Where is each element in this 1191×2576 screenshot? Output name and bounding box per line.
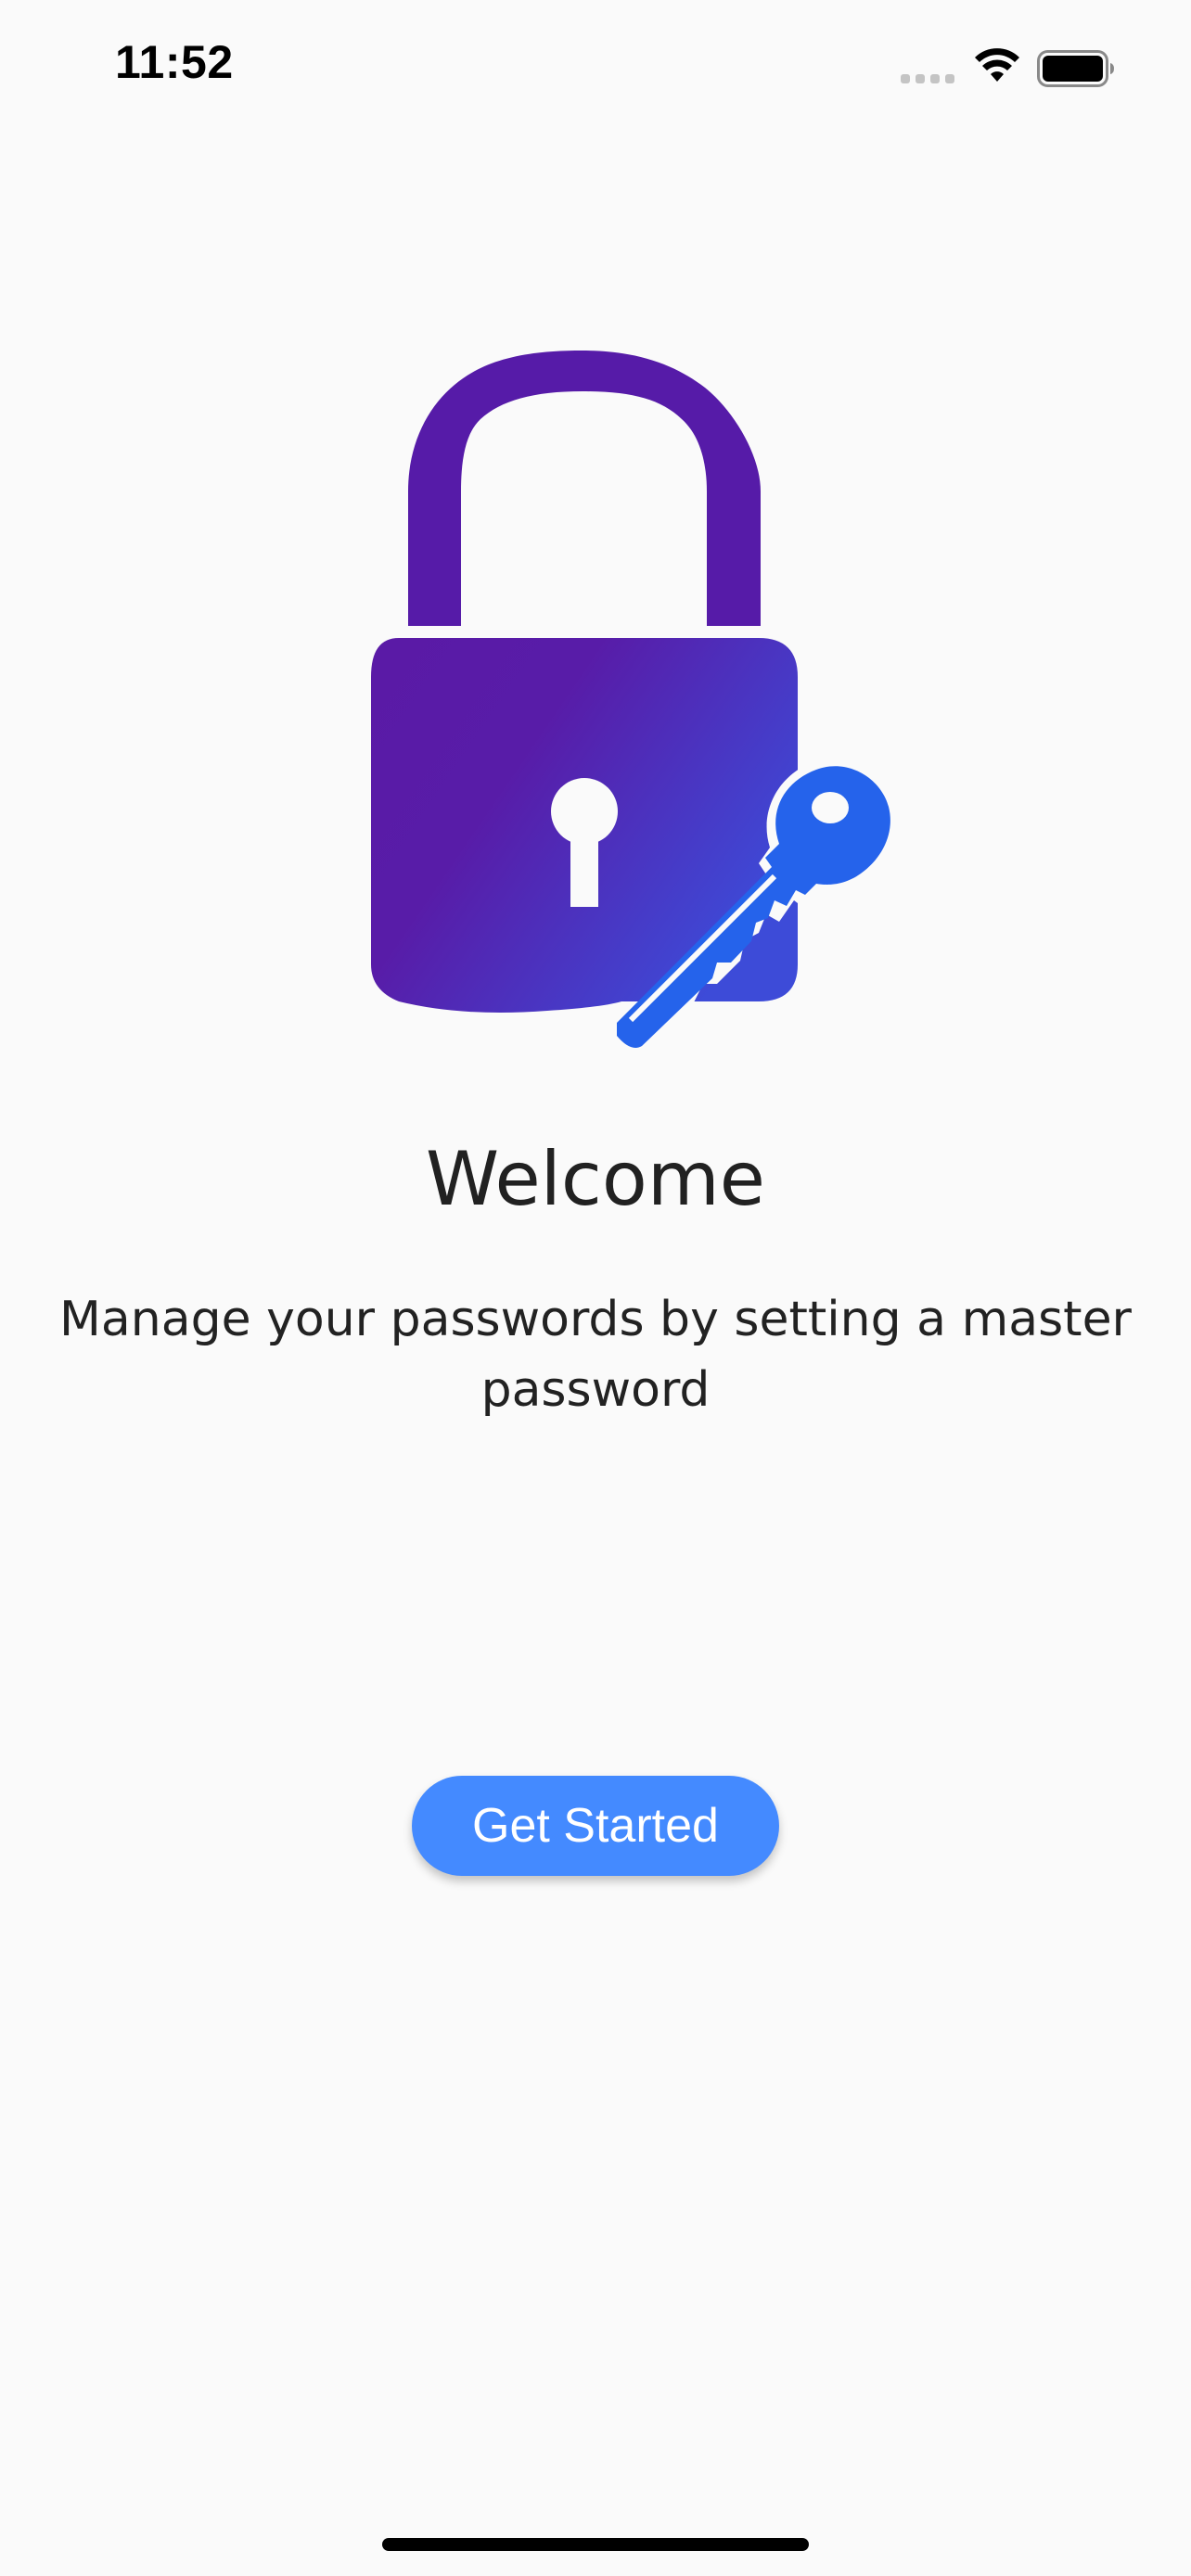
cellular-signal-icon bbox=[901, 74, 954, 83]
welcome-screen: 11:52 Welcome Manage your passwords by s… bbox=[0, 0, 1191, 2576]
home-indicator[interactable] bbox=[382, 2538, 809, 2551]
get-started-button[interactable]: Get Started bbox=[412, 1776, 779, 1876]
status-time: 11:52 bbox=[115, 36, 234, 88]
battery-icon bbox=[1037, 50, 1114, 87]
welcome-title: Welcome bbox=[426, 1136, 765, 1222]
welcome-subtitle: Manage your passwords by setting a maste… bbox=[59, 1292, 1132, 1418]
lock-and-key-illustration bbox=[371, 351, 900, 1053]
wifi-icon bbox=[975, 48, 1019, 82]
status-bar: 11:52 bbox=[0, 0, 1191, 139]
